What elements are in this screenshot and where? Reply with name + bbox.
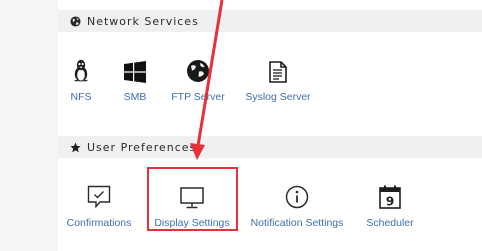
annotation-arrow bbox=[190, 0, 224, 160]
